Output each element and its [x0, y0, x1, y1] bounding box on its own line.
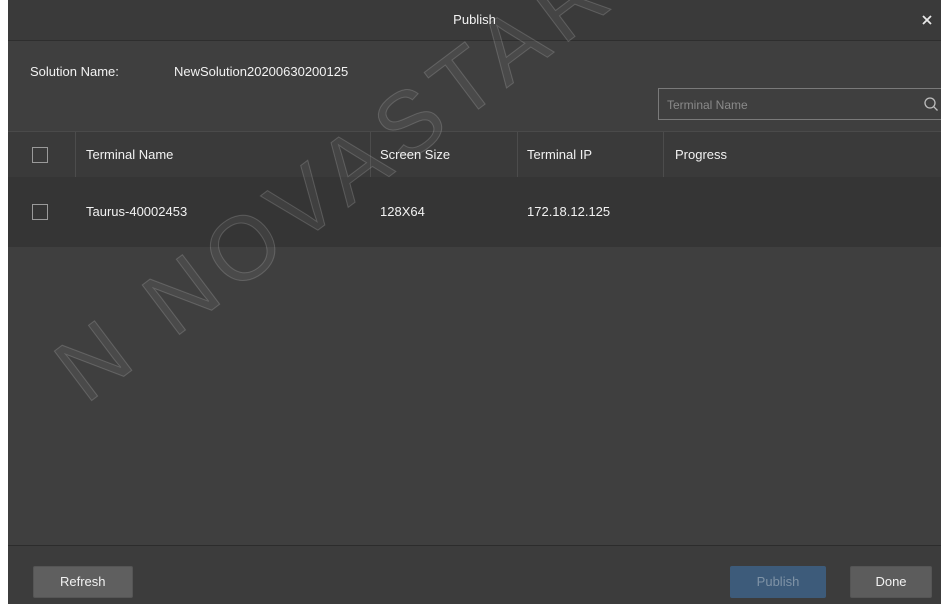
search-icon[interactable]	[923, 96, 939, 112]
close-icon[interactable]	[919, 12, 935, 28]
dialog-title: Publish	[453, 12, 496, 27]
column-divider	[517, 132, 518, 178]
terminal-ip-cell: 172.18.12.125	[527, 204, 611, 219]
publish-button[interactable]: Publish	[730, 566, 826, 598]
screen-size-cell: 128X64	[380, 204, 425, 219]
terminal-search-input[interactable]	[665, 89, 909, 121]
select-all-checkbox[interactable]	[32, 147, 48, 163]
publish-dialog: Publish Solution Name: NewSolution202006…	[8, 0, 941, 604]
column-header-terminal-name[interactable]: Terminal Name	[86, 132, 173, 178]
row-checkbox[interactable]	[32, 204, 48, 220]
terminal-search-box[interactable]	[658, 88, 941, 121]
title-bar: Publish	[8, 0, 941, 41]
column-header-screen-size[interactable]: Screen Size	[380, 132, 450, 178]
column-header-terminal-ip[interactable]: Terminal IP	[527, 132, 592, 178]
solution-name-value: NewSolution20200630200125	[174, 64, 349, 79]
terminal-name-cell: Taurus-40002453	[86, 204, 188, 219]
column-header-progress[interactable]: Progress	[675, 132, 727, 178]
column-divider	[663, 132, 664, 178]
solution-name-label: Solution Name:	[30, 64, 119, 79]
table-header: Terminal Name Screen Size Terminal IP Pr…	[8, 131, 941, 178]
table-row[interactable]: Taurus-40002453 128X64 172.18.12.125	[8, 177, 941, 247]
refresh-button[interactable]: Refresh	[33, 566, 133, 598]
column-divider	[75, 132, 76, 178]
done-button[interactable]: Done	[850, 566, 932, 598]
dialog-footer: Refresh Publish Done	[8, 545, 941, 604]
column-divider	[370, 132, 371, 178]
